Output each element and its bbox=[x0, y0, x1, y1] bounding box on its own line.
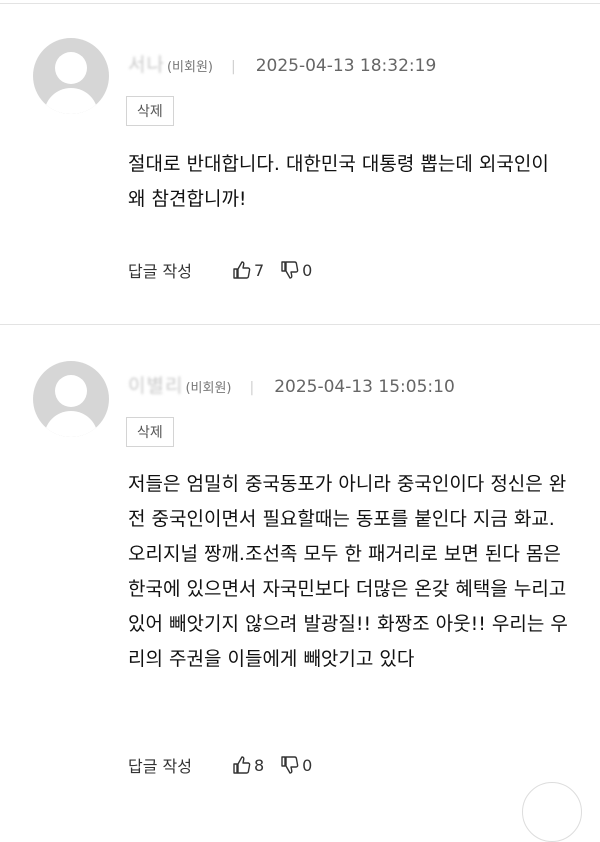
like-button[interactable]: 8 bbox=[232, 755, 264, 775]
dislike-button[interactable]: 0 bbox=[280, 755, 312, 775]
thumbs-up-icon bbox=[233, 261, 251, 279]
avatar-shoulders bbox=[44, 88, 98, 114]
like-button[interactable]: 7 bbox=[232, 260, 264, 280]
avatar[interactable] bbox=[33, 361, 109, 437]
author-nickname: 서나 bbox=[128, 54, 165, 76]
avatar-head bbox=[55, 52, 87, 84]
comment-text: 절대로 반대합니다. 대한민국 대통령 뽑는데 외국인이 왜 참견합니까! bbox=[128, 153, 549, 210]
delete-button[interactable]: 삭제 bbox=[126, 96, 174, 126]
avatar-head bbox=[55, 375, 87, 407]
like-count: 7 bbox=[253, 260, 265, 280]
dislike-count: 0 bbox=[302, 755, 313, 775]
dislike-count: 0 bbox=[302, 260, 313, 280]
member-type-label: (비회원) bbox=[166, 60, 213, 75]
comment-item: 이별리 (비회원) | 2025-04-13 15:05:10 삭제 저들은 엄… bbox=[0, 325, 600, 797]
reply-button[interactable]: 답글 작성 bbox=[128, 258, 192, 282]
comment-actions: 답글 작성 8 0 bbox=[128, 753, 312, 777]
comment-text: 저들은 엄밀히 중국동포가 아니라 중국인이다 정신은 완전 중국인이면서 필요… bbox=[128, 473, 568, 670]
thumbs-down-icon bbox=[281, 756, 299, 774]
meta-separator: | bbox=[249, 380, 255, 396]
comment-actions: 답글 작성 7 0 bbox=[128, 258, 312, 282]
floating-scroll-button[interactable] bbox=[522, 782, 582, 842]
author-nickname: 이별리 bbox=[128, 375, 184, 397]
member-type-label: (비회원) bbox=[185, 381, 232, 396]
comment-datetime: 2025-04-13 18:32:19 bbox=[255, 56, 437, 76]
avatar[interactable] bbox=[33, 38, 109, 114]
dislike-button[interactable]: 0 bbox=[280, 260, 312, 280]
like-count: 8 bbox=[253, 755, 265, 775]
comment-meta: 이별리 (비회원) | 2025-04-13 15:05:10 bbox=[128, 371, 455, 398]
thumbs-up-icon bbox=[233, 756, 251, 774]
reply-button[interactable]: 답글 작성 bbox=[128, 753, 192, 777]
delete-button[interactable]: 삭제 bbox=[126, 417, 174, 447]
comment-datetime: 2025-04-13 15:05:10 bbox=[274, 377, 455, 397]
comment-item: 서나 (비회원) | 2025-04-13 18:32:19 삭제 절대로 반대… bbox=[0, 0, 600, 324]
comment-meta: 서나 (비회원) | 2025-04-13 18:32:19 bbox=[128, 50, 436, 77]
avatar-shoulders bbox=[44, 411, 98, 437]
thumbs-down-icon bbox=[281, 261, 299, 279]
meta-separator: | bbox=[231, 59, 236, 75]
